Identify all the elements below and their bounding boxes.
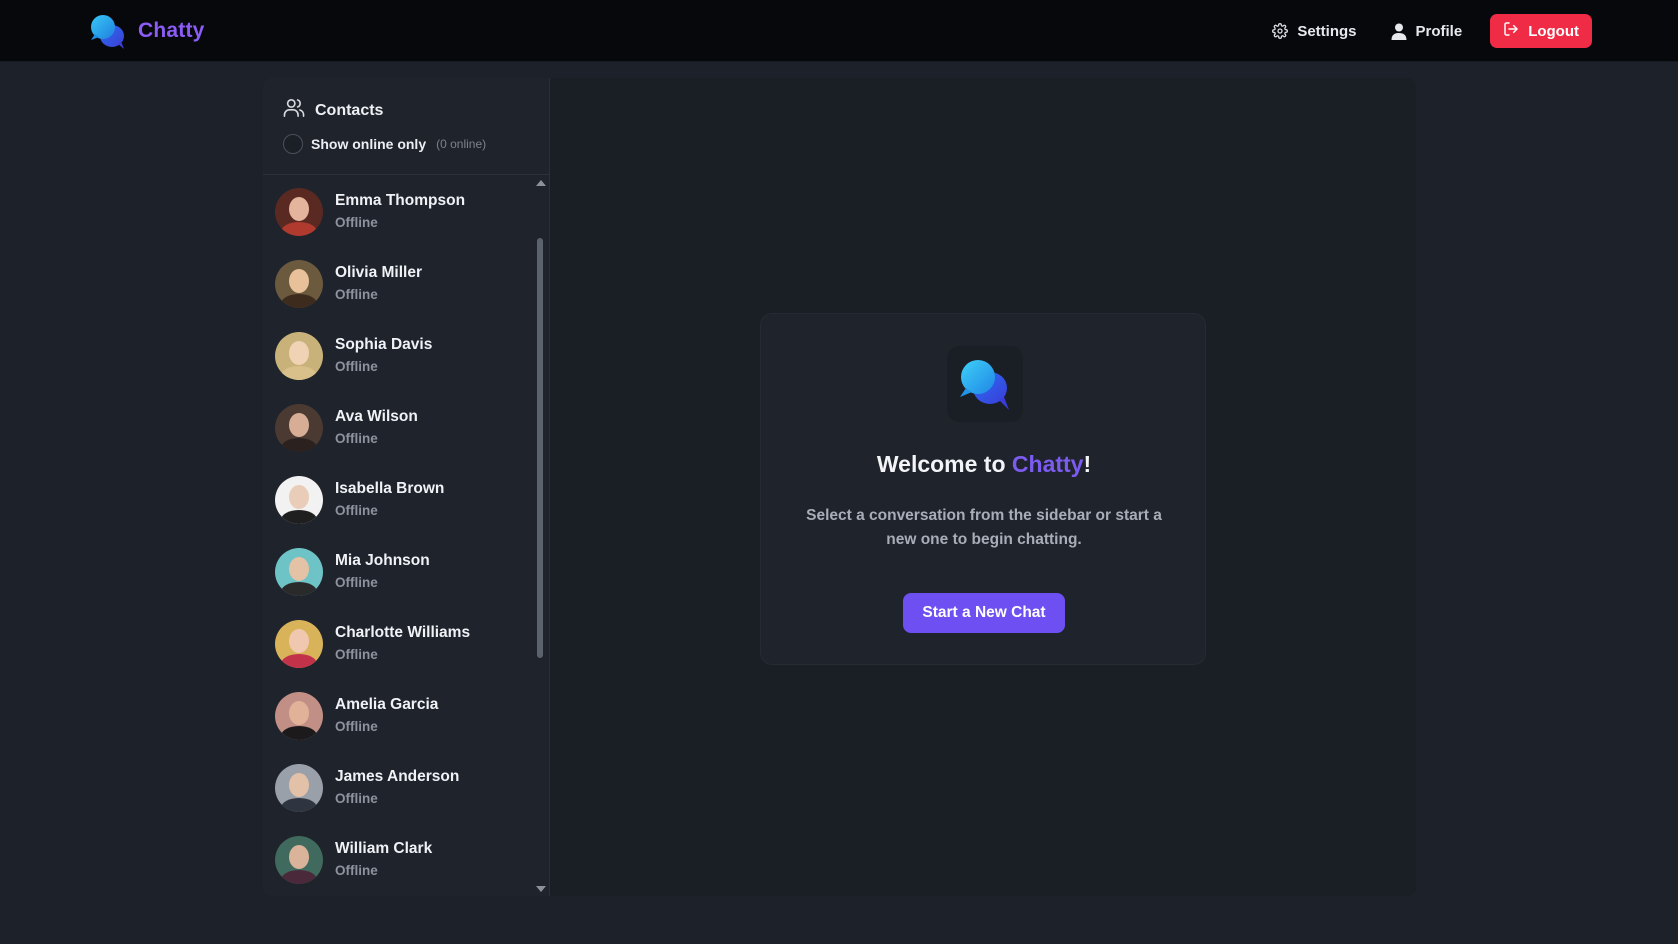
contact-name: Isabella Brown: [335, 480, 445, 497]
welcome-description: Select a conversation from the sidebar o…: [806, 507, 1162, 548]
contact-name: Ava Wilson: [335, 408, 418, 425]
logout-label: Logout: [1528, 22, 1579, 40]
profile-label: Profile: [1415, 22, 1463, 40]
sidebar-header: Contacts Show online only (0 online): [263, 78, 550, 175]
contacts-heading: Contacts: [283, 98, 383, 123]
brand-name: Chatty: [138, 19, 205, 42]
contact-name: Charlotte Williams: [335, 624, 471, 641]
contact-list: Emma Thompson Offline Olivia Miller Offl…: [263, 176, 550, 896]
logout-button[interactable]: Logout: [1490, 14, 1592, 48]
contact-name: Olivia Miller: [335, 264, 423, 281]
scroll-down-arrow-icon[interactable]: [536, 886, 546, 892]
contact-status: Offline: [335, 287, 378, 302]
brand[interactable]: Chatty: [88, 12, 205, 50]
contact-status: Offline: [335, 575, 378, 590]
contact-status: Offline: [335, 863, 378, 878]
users-icon: [283, 98, 305, 123]
contacts-title: Contacts: [315, 101, 384, 119]
nav-actions: Settings Profile Logout: [1266, 14, 1592, 48]
show-online-toggle[interactable]: Show online only (0 online): [283, 134, 486, 154]
settings-link[interactable]: Settings: [1266, 14, 1362, 48]
contact-name: William Clark: [335, 840, 433, 857]
contact-list-scrollbar[interactable]: [534, 176, 546, 896]
contact-item[interactable]: Ava Wilson Offline: [263, 392, 533, 464]
contact-item[interactable]: Emma Thompson Offline: [263, 176, 533, 248]
contact-item[interactable]: William Clark Offline: [263, 824, 533, 896]
welcome-title-suffix: !: [1083, 451, 1092, 477]
show-online-checkbox[interactable]: [283, 134, 303, 154]
contact-name: Amelia Garcia: [335, 696, 439, 713]
avatar: [275, 404, 323, 452]
gear-icon: [1272, 23, 1289, 39]
chat-bubbles-icon: [88, 12, 126, 50]
scroll-up-arrow-icon[interactable]: [536, 180, 546, 186]
contact-status: Offline: [335, 647, 378, 662]
contacts-sidebar: Contacts Show online only (0 online) Emm…: [263, 78, 550, 896]
avatar: [275, 836, 323, 884]
scroll-thumb[interactable]: [537, 238, 543, 658]
profile-link[interactable]: Profile: [1385, 14, 1469, 48]
settings-label: Settings: [1297, 22, 1357, 40]
welcome-card: Welcome to Chatty! Select a conversation…: [760, 313, 1206, 665]
chat-bubbles-icon: [947, 346, 1023, 422]
contact-name: Sophia Davis: [335, 336, 433, 353]
welcome-title: Welcome to Chatty!: [761, 451, 1207, 478]
contact-item[interactable]: James Anderson Offline: [263, 752, 533, 824]
contact-name: Mia Johnson: [335, 552, 430, 569]
contact-status: Offline: [335, 719, 378, 734]
contact-item[interactable]: Olivia Miller Offline: [263, 248, 533, 320]
avatar: [275, 548, 323, 596]
contact-status: Offline: [335, 215, 378, 230]
avatar: [275, 620, 323, 668]
start-new-chat-button[interactable]: Start a New Chat: [903, 593, 1065, 633]
avatar: [275, 764, 323, 812]
user-icon: [1391, 23, 1407, 40]
contact-status: Offline: [335, 791, 378, 806]
contact-item[interactable]: Charlotte Williams Offline: [263, 608, 533, 680]
contact-name: Emma Thompson: [335, 192, 466, 209]
contact-status: Offline: [335, 359, 378, 374]
contact-item[interactable]: Mia Johnson Offline: [263, 536, 533, 608]
avatar: [275, 476, 323, 524]
logout-icon: [1503, 21, 1519, 41]
show-online-label: Show online only: [311, 136, 427, 152]
contact-status: Offline: [335, 503, 378, 518]
avatar: [275, 692, 323, 740]
contact-item[interactable]: Isabella Brown Offline: [263, 464, 533, 536]
avatar: [275, 332, 323, 380]
contact-name: James Anderson: [335, 768, 460, 785]
contact-item[interactable]: Amelia Garcia Offline: [263, 680, 533, 752]
avatar: [275, 260, 323, 308]
avatar: [275, 188, 323, 236]
welcome-title-prefix: Welcome to: [876, 451, 1012, 477]
contact-item[interactable]: Sophia Davis Offline: [263, 320, 533, 392]
online-count: (0 online): [436, 137, 487, 151]
welcome-title-brand: Chatty: [1011, 451, 1084, 477]
contact-status: Offline: [335, 431, 378, 446]
top-navbar: Chatty Settings Profile Logout: [0, 0, 1678, 62]
